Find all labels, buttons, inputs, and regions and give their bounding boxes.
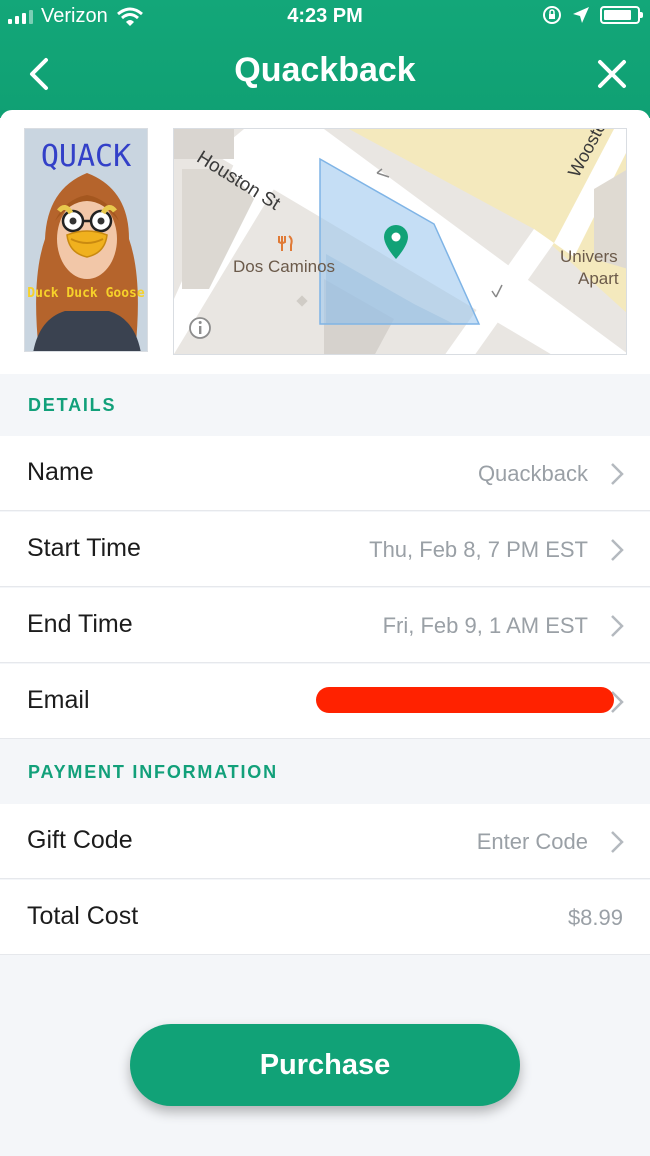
start-time-value: Thu, Feb 8, 7 PM EST <box>369 537 588 562</box>
total-cost-label: Total Cost <box>27 902 139 930</box>
name-label: Name <box>27 458 94 486</box>
total-cost-row: Total Cost $8.99 <box>0 880 650 955</box>
map-info-icon[interactable] <box>189 317 211 339</box>
map-place-label: Dos Caminos <box>233 257 336 276</box>
end-time-row[interactable]: End Time Fri, Feb 9, 1 AM EST <box>0 588 650 663</box>
page-title: Quackback <box>234 51 416 89</box>
chevron-right-icon <box>611 463 624 485</box>
preview-card: QUACK Duck Duck Goose Houston St Wooster… <box>0 110 650 374</box>
email-row[interactable]: Email <box>0 664 650 739</box>
snap-preview-thumbnail[interactable]: QUACK Duck Duck Goose <box>24 128 148 352</box>
end-time-value: Fri, Feb 9, 1 AM EST <box>382 613 588 638</box>
name-row[interactable]: Name Quackback <box>0 436 650 511</box>
total-cost-value: $8.99 <box>567 905 623 930</box>
geofence-map[interactable]: Houston St Wooster Dos Caminos Univers A… <box>173 128 627 355</box>
payment-section-header: PAYMENT INFORMATION <box>28 762 278 782</box>
gift-code-placeholder: Enter Code <box>476 829 588 854</box>
email-redaction-mark <box>316 687 614 713</box>
gift-code-label: Gift Code <box>27 826 133 854</box>
top-header: Verizon 4:23 PM Quackback <box>0 0 650 118</box>
details-section-header: DETAILS <box>28 395 117 415</box>
map-building-label-2: Apart <box>578 269 619 288</box>
location-arrow-icon <box>573 7 589 23</box>
chevron-right-icon <box>611 831 624 853</box>
start-time-row[interactable]: Start Time Thu, Feb 8, 7 PM EST <box>0 512 650 587</box>
chevron-right-icon <box>611 615 624 637</box>
map-graphic <box>174 129 626 354</box>
snap-top-text: QUACK <box>40 139 132 174</box>
email-label: Email <box>27 686 90 714</box>
map-building-label-1: Univers <box>560 247 618 266</box>
chevron-right-icon <box>611 539 624 561</box>
orientation-lock-icon <box>543 6 561 24</box>
close-button[interactable] <box>594 56 630 92</box>
name-value: Quackback <box>477 461 588 486</box>
start-time-label: Start Time <box>27 534 141 562</box>
status-icons <box>542 5 643 25</box>
snap-caption: Duck Duck Goose <box>27 286 145 301</box>
battery-level <box>604 10 631 20</box>
status-bar: Verizon 4:23 PM <box>0 0 650 36</box>
end-time-label: End Time <box>27 610 133 638</box>
battery-icon <box>600 6 643 24</box>
purchase-button[interactable]: Purchase <box>130 1024 520 1106</box>
gift-code-row[interactable]: Gift Code Enter Code <box>0 804 650 879</box>
